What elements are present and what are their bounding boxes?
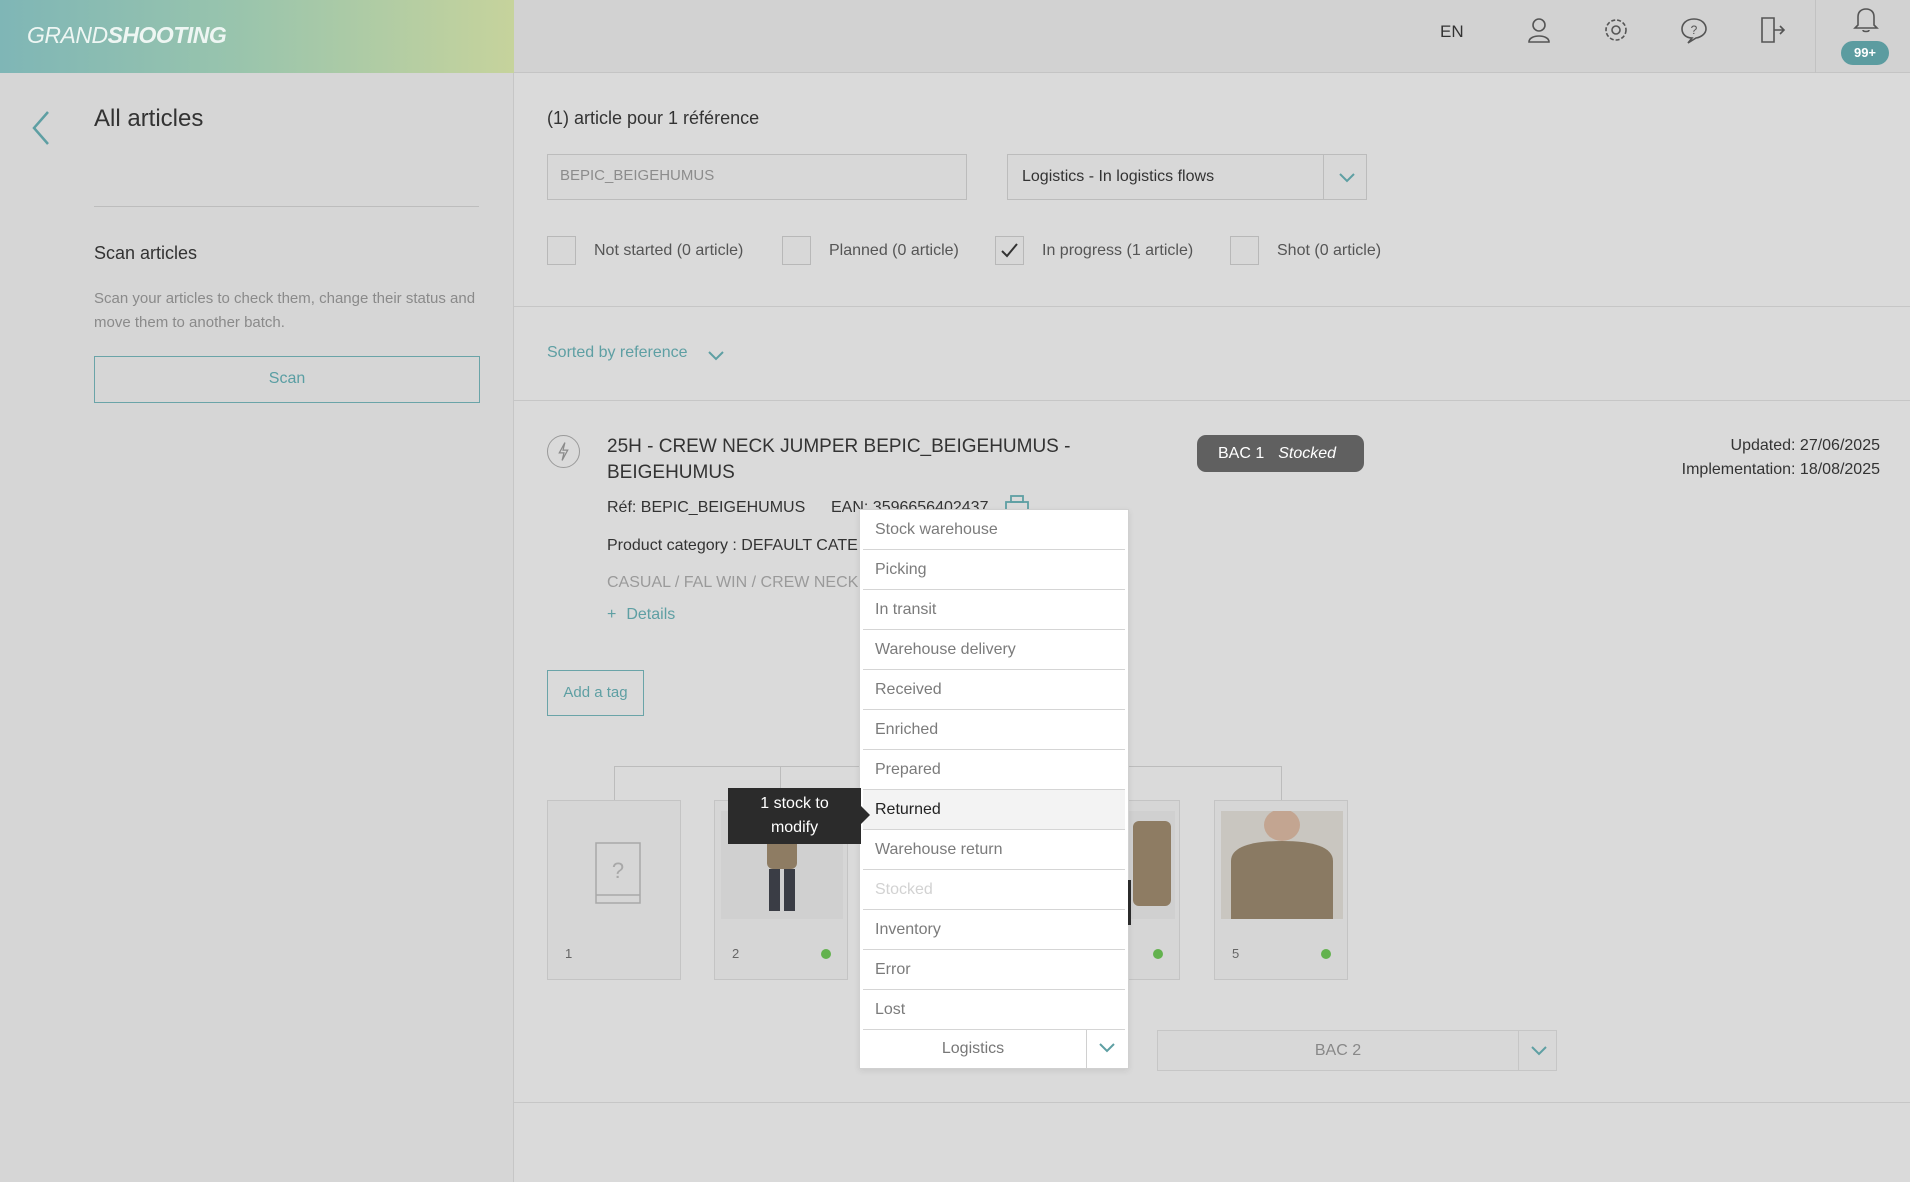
search-input[interactable]: BEPIC_BEIGEHUMUS bbox=[547, 154, 967, 200]
status-dot bbox=[821, 949, 831, 959]
add-tag-button[interactable]: Add a tag bbox=[547, 670, 644, 716]
bac-select[interactable]: BAC 2 bbox=[1157, 1030, 1557, 1071]
sidebar-divider bbox=[94, 206, 479, 207]
card-number: 5 bbox=[1232, 946, 1240, 961]
check-icon bbox=[1001, 243, 1018, 258]
checkbox-label: Not started (0 article) bbox=[594, 242, 744, 259]
chevron-down-icon[interactable] bbox=[707, 348, 725, 362]
updated-date: Updated: 27/06/2025 bbox=[1730, 437, 1880, 454]
svg-text:?: ? bbox=[612, 858, 624, 883]
details-link[interactable]: + Details bbox=[607, 606, 675, 624]
chevron-down-icon[interactable] bbox=[1530, 1043, 1548, 1057]
plus-icon: + bbox=[607, 606, 617, 623]
article-count: (1) article pour 1 référence bbox=[547, 108, 760, 128]
checkbox-label: Shot (0 article) bbox=[1277, 242, 1382, 259]
bac-select-value: BAC 2 bbox=[1314, 1042, 1362, 1059]
sidebar bbox=[0, 73, 514, 1182]
checkbox-not-started[interactable] bbox=[547, 236, 576, 265]
logistics-select-value: Logistics bbox=[941, 1040, 1005, 1057]
flash-icon bbox=[547, 435, 580, 468]
checkbox-label: Planned (0 article) bbox=[829, 242, 959, 259]
select-divider bbox=[1518, 1031, 1519, 1070]
option-inventory[interactable]: Inventory bbox=[863, 910, 1125, 950]
card-number: 1 bbox=[565, 946, 573, 961]
option-stock-warehouse[interactable]: Stock warehouse bbox=[863, 510, 1125, 550]
divider bbox=[514, 306, 1910, 307]
chevron-down-icon[interactable] bbox=[1338, 170, 1356, 184]
user-icon[interactable] bbox=[1523, 14, 1555, 46]
filter-select-value: Logistics - In logistics flows bbox=[1022, 168, 1215, 185]
svg-text:?: ? bbox=[1691, 23, 1698, 37]
header-divider bbox=[1815, 0, 1816, 73]
bac-status-badge: BAC 1 Stocked bbox=[1197, 435, 1364, 472]
tree-branch bbox=[1281, 767, 1282, 801]
scan-description: Scan your articles to check them, change… bbox=[94, 290, 476, 331]
article-dates: Updated: 27/06/2025 Implementation: 18/0… bbox=[1682, 434, 1880, 482]
logout-icon[interactable] bbox=[1756, 14, 1788, 46]
article-title: 25H - CREW NECK JUMPER BEPIC_BEIGEHUMUS … bbox=[607, 436, 1071, 483]
option-received[interactable]: Received bbox=[863, 670, 1125, 710]
stock-tooltip: 1 stock to modify bbox=[728, 788, 870, 844]
article-ref: Réf: BEPIC_BEIGEHUMUS bbox=[607, 499, 806, 516]
bell-icon[interactable] bbox=[1850, 3, 1882, 35]
checkbox-label: In progress (1 article) bbox=[1042, 242, 1194, 259]
option-picking[interactable]: Picking bbox=[863, 550, 1125, 590]
status-dot bbox=[1321, 949, 1331, 959]
checkbox-in-progress[interactable] bbox=[995, 236, 1024, 265]
sort-selector[interactable]: Sorted by reference bbox=[547, 344, 688, 362]
language-selector[interactable]: EN bbox=[1440, 22, 1464, 42]
chevron-down-icon[interactable] bbox=[1098, 1040, 1116, 1054]
option-prepared[interactable]: Prepared bbox=[863, 750, 1125, 790]
product-photo-closeup bbox=[1221, 811, 1343, 919]
notification-badge[interactable]: 99+ bbox=[1841, 41, 1889, 65]
placeholder-image-icon: ? bbox=[595, 842, 641, 904]
implementation-date: Implementation: 18/08/2025 bbox=[1681, 461, 1880, 478]
logistics-status-dropdown[interactable]: Stock warehouse Picking In transit Wareh… bbox=[859, 509, 1129, 1069]
checkbox-shot[interactable] bbox=[1230, 236, 1259, 265]
option-warehouse-delivery[interactable]: Warehouse delivery bbox=[863, 630, 1125, 670]
tree-branch bbox=[614, 767, 615, 801]
back-arrow-icon[interactable] bbox=[28, 108, 54, 148]
category-path: CASUAL / FAL WIN / CREW NECK bbox=[607, 574, 859, 591]
logistics-select[interactable]: Logistics bbox=[860, 1030, 1128, 1068]
card-number: 2 bbox=[732, 946, 740, 961]
scan-button[interactable]: Scan bbox=[94, 356, 480, 403]
brand-logo-area[interactable]: GRANDSHOOTING bbox=[0, 0, 514, 73]
settings-icon[interactable] bbox=[1600, 14, 1632, 46]
option-warehouse-return[interactable]: Warehouse return bbox=[863, 830, 1125, 870]
divider bbox=[514, 400, 1910, 401]
scrollbar[interactable] bbox=[1128, 880, 1131, 925]
product-category: Product category : DEFAULT CATE bbox=[607, 537, 858, 554]
stock-card-5[interactable]: 5 bbox=[1214, 800, 1348, 980]
help-icon[interactable]: ? bbox=[1678, 14, 1710, 46]
select-divider bbox=[1323, 155, 1324, 199]
option-enriched[interactable]: Enriched bbox=[863, 710, 1125, 750]
scan-articles-title: Scan articles bbox=[94, 243, 198, 263]
brand-logo: GRANDSHOOTING bbox=[27, 22, 227, 48]
checkbox-planned[interactable] bbox=[782, 236, 811, 265]
page-title: All articles bbox=[94, 105, 204, 132]
status-dot bbox=[1153, 949, 1163, 959]
option-lost[interactable]: Lost bbox=[863, 990, 1125, 1030]
option-in-transit[interactable]: In transit bbox=[863, 590, 1125, 630]
filter-select[interactable]: Logistics - In logistics flows bbox=[1007, 154, 1367, 200]
divider bbox=[514, 1102, 1910, 1103]
option-returned[interactable]: Returned bbox=[863, 790, 1125, 830]
option-error[interactable]: Error bbox=[863, 950, 1125, 990]
select-divider bbox=[1086, 1030, 1087, 1068]
option-stocked: Stocked bbox=[863, 870, 1125, 910]
main-content bbox=[514, 73, 1910, 1182]
stock-card-1[interactable]: ? 1 bbox=[547, 800, 681, 980]
